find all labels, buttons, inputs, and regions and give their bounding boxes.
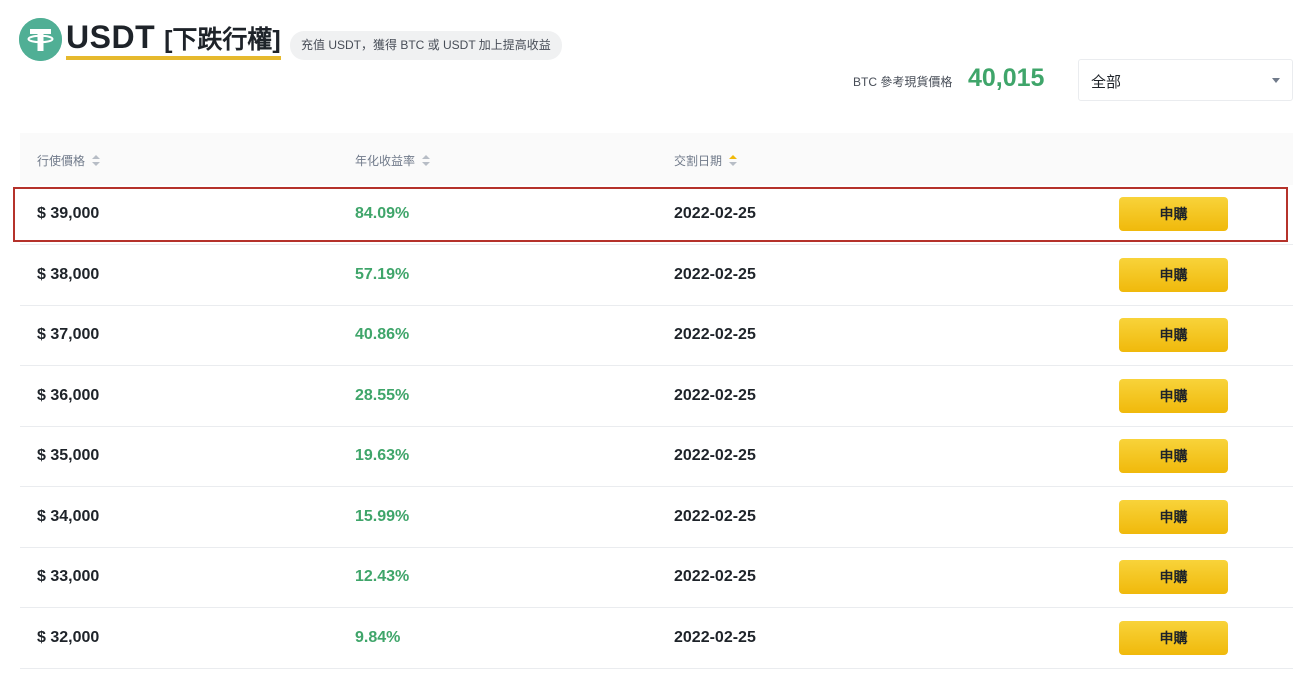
- annualized-yield: 15.99%: [355, 507, 410, 525]
- strike-price: $ 36,000: [37, 386, 100, 404]
- strike-price: $ 37,000: [37, 326, 100, 343]
- strike-price: $ 39,000: [37, 205, 100, 222]
- sort-arrows-icon[interactable]: [729, 154, 738, 167]
- table-row: $ 36,000 28.55% 2022-02-25 申購: [20, 367, 1293, 427]
- table-row: $ 37,000 40.86% 2022-02-25 申購: [20, 306, 1293, 366]
- strike-price: $ 33,000: [37, 568, 100, 585]
- column-label: 行使價格: [37, 154, 86, 168]
- annualized-yield: 19.63%: [355, 447, 410, 464]
- select-value: 全部: [1091, 74, 1122, 91]
- table-row: $ 34,000 15.99% 2022-02-25 申購: [20, 488, 1293, 548]
- subscribe-button[interactable]: 申購: [1119, 499, 1228, 534]
- settlement-date: 2022-02-25: [674, 507, 756, 525]
- product-type: [下跌行權]: [164, 26, 281, 54]
- annualized-yield: 40.86%: [355, 326, 410, 343]
- tether-logo-icon: [19, 18, 62, 61]
- table-row: $ 33,000 12.43% 2022-02-25 申購: [20, 548, 1293, 608]
- settlement-date: 2022-02-25: [674, 265, 756, 283]
- subscribe-button[interactable]: 申購: [1119, 378, 1228, 413]
- column-header-strike-price[interactable]: 行使價格: [37, 152, 101, 169]
- chevron-down-icon: [1272, 78, 1280, 83]
- table-row: $ 32,000 9.84% 2022-02-25 申購: [20, 609, 1293, 669]
- table-header: 行使價格 年化收益率 交割日期: [20, 133, 1293, 185]
- settlement-date: 2022-02-25: [674, 386, 756, 404]
- table-row: $ 38,000 57.19% 2022-02-25 申購: [20, 246, 1293, 306]
- column-header-settlement-date[interactable]: 交割日期: [674, 152, 738, 169]
- ref-price-label: BTC 參考現貨價格: [853, 75, 953, 89]
- date-filter-select[interactable]: 全部: [1078, 59, 1293, 101]
- table-row: $ 35,000 19.63% 2022-02-25 申購: [20, 427, 1293, 487]
- strike-price: $ 35,000: [37, 447, 100, 464]
- annualized-yield: 57.19%: [355, 265, 410, 283]
- subscribe-button[interactable]: 申購: [1119, 560, 1228, 594]
- strike-price: $ 32,000: [37, 628, 100, 646]
- column-header-apy[interactable]: 年化收益率: [355, 152, 431, 169]
- page-title: USDT [下跌行權]: [66, 20, 281, 60]
- annualized-yield: 12.43%: [355, 568, 410, 585]
- column-label: 年化收益率: [355, 154, 416, 168]
- annualized-yield: 84.09%: [355, 205, 410, 222]
- subscribe-button[interactable]: 申購: [1119, 620, 1228, 655]
- subscribe-button[interactable]: 申購: [1119, 257, 1228, 292]
- annualized-yield: 9.84%: [355, 628, 401, 646]
- settlement-date: 2022-02-25: [674, 628, 756, 646]
- coin-name: USDT: [66, 19, 156, 55]
- ref-price-value: 40,015: [968, 64, 1045, 92]
- subscribe-button[interactable]: 申購: [1119, 197, 1228, 231]
- annualized-yield: 28.55%: [355, 386, 410, 404]
- settlement-date: 2022-02-25: [674, 326, 756, 343]
- settlement-date: 2022-02-25: [674, 568, 756, 585]
- strike-price: $ 34,000: [37, 507, 100, 525]
- settlement-date: 2022-02-25: [674, 447, 756, 464]
- subscribe-button[interactable]: 申購: [1119, 318, 1228, 352]
- promo-badge: 充值 USDT，獲得 BTC 或 USDT 加上提高收益: [290, 31, 562, 60]
- sort-arrows-icon[interactable]: [92, 154, 101, 167]
- strike-price: $ 38,000: [37, 265, 100, 283]
- settlement-date: 2022-02-25: [674, 205, 756, 222]
- column-label: 交割日期: [674, 154, 723, 168]
- sort-arrows-icon[interactable]: [422, 154, 431, 167]
- subscribe-button[interactable]: 申購: [1119, 439, 1228, 473]
- table-row: $ 39,000 84.09% 2022-02-25 申購: [20, 185, 1293, 245]
